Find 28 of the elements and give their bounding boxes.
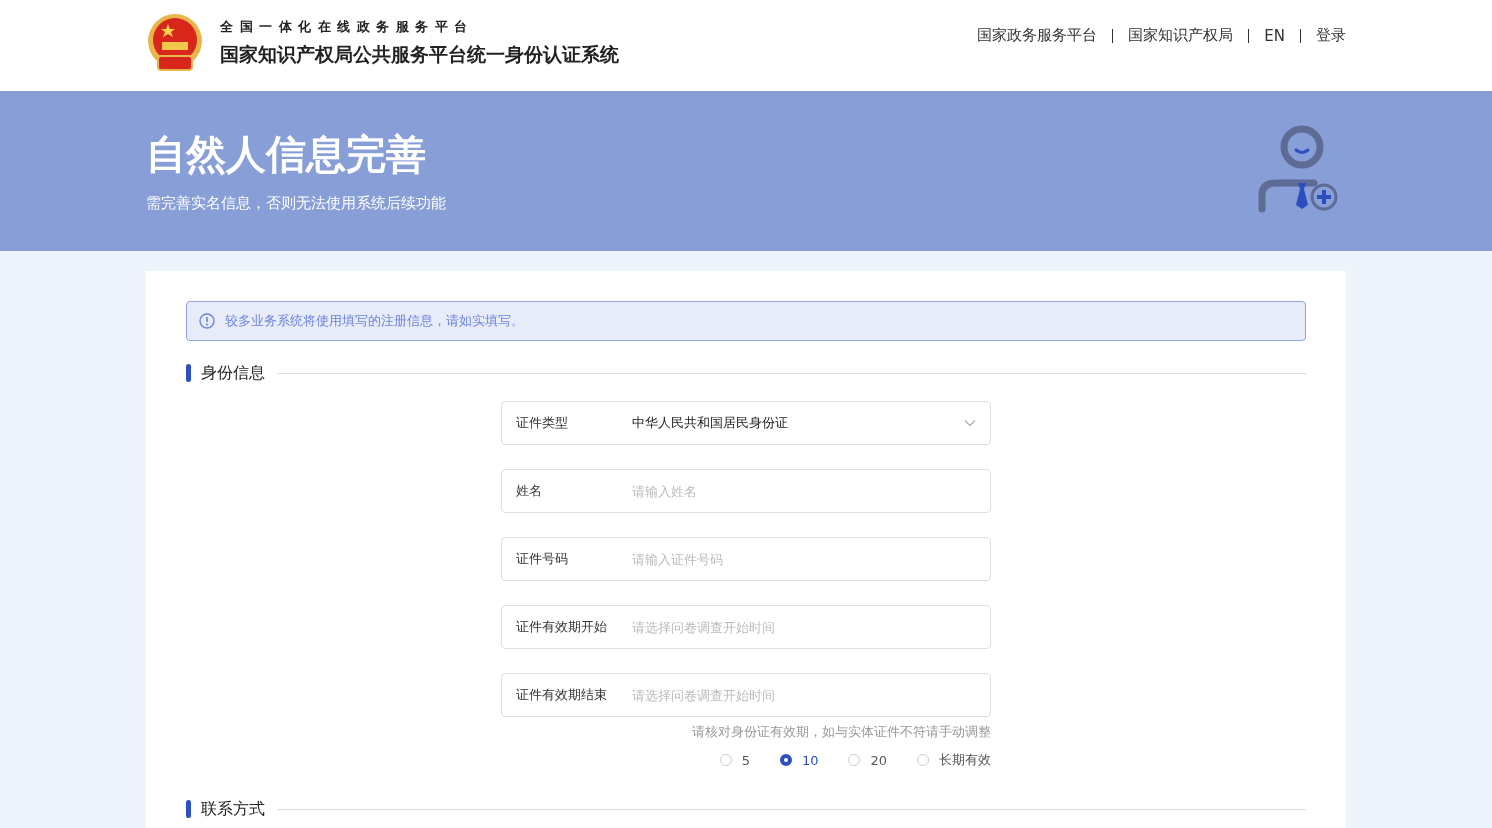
field-label: 姓名 [516,482,543,500]
chevron-down-icon [964,419,976,427]
section-title: 身份信息 [201,362,265,384]
section-marker [186,800,191,818]
radio-option[interactable]: 20 [848,751,887,769]
banner-title: 自然人信息完善 [146,130,427,179]
nav-link[interactable]: 国家政务服务平台 [977,26,1098,45]
info-icon [199,313,215,329]
radio-option[interactable]: 长期有效 [917,751,991,769]
nav-link[interactable]: 登录 [1316,26,1346,45]
banner-subtitle: 需完善实名信息，否则无法使用系统后续功能 [146,194,446,213]
field-label: 证件类型 [516,414,569,432]
field-label: 证件有效期结束 [516,686,608,704]
emblem-icon [146,11,204,74]
validity-hint: 请核对身份证有效期，如与实体证件不符请手动调整 [691,723,991,741]
field-label: 证件号码 [516,550,569,568]
radio-option[interactable]: 5 [719,751,750,769]
radio-option[interactable]: 10 [779,751,819,769]
select-field[interactable]: 证件类型 中华人民共和国居民身份证 [501,401,991,445]
site-title: 国家知识产权局公共服务平台统一身份认证系统 [220,41,619,67]
nav-link[interactable]: 国家知识产权局 [1128,26,1234,45]
section-marker [186,364,191,382]
nav-link[interactable]: EN [1264,26,1285,45]
alert-text: 较多业务系统将使用填写的注册信息，请如实填写。 [225,312,524,330]
field-label: 证件有效期开始 [516,618,608,636]
section-title: 联系方式 [201,798,265,820]
select-value: 中华人民共和国居民身份证 [632,414,789,432]
platform-subtitle: 全国一体化在线政务服务平台 [220,17,475,36]
